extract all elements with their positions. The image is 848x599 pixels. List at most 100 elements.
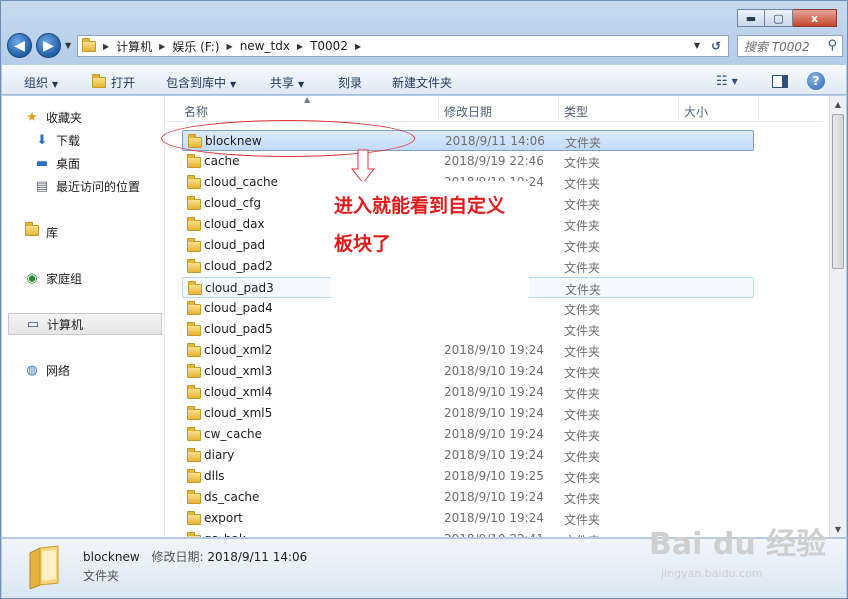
scroll-up-icon[interactable]: ▲: [830, 96, 846, 112]
folder-icon: [187, 406, 201, 420]
sidebar-item-network[interactable]: ◍ 网络: [8, 359, 162, 381]
file-date: 2018/9/10 19:24: [444, 364, 544, 378]
file-row-dlls[interactable]: dlls 2018/9/10 19:25 文件夹: [182, 466, 754, 487]
file-name: dlls: [204, 469, 225, 483]
chevron-down-icon: ▼: [230, 80, 237, 89]
file-type: 文件夹: [564, 261, 601, 275]
file-date: 2018/9/10 19:24: [444, 385, 544, 399]
column-divider[interactable]: [758, 98, 759, 120]
breadcrumb-new-tdx[interactable]: new_tdx: [240, 39, 290, 53]
scroll-down-icon[interactable]: ▼: [830, 521, 846, 537]
file-row-ds-cache[interactable]: ds_cache 2018/9/10 19:24 文件夹: [182, 487, 754, 508]
folder-icon: [187, 343, 201, 357]
homegroup-icon: ◉: [26, 270, 38, 286]
sidebar-item-libraries[interactable]: 库: [8, 221, 162, 243]
view-options-button[interactable]: ☷ ▼: [716, 71, 738, 91]
column-divider[interactable]: [438, 98, 439, 120]
search-input[interactable]: 搜索 T0002 ⚲: [737, 35, 843, 57]
breadcrumb-computer[interactable]: 计算机: [116, 38, 152, 55]
file-row-cloud-xml5[interactable]: cloud_xml5 2018/9/10 19:24 文件夹: [182, 403, 754, 424]
folder-icon: [187, 385, 201, 399]
sidebar-item-label: 下载: [56, 133, 81, 148]
chevron-right-icon[interactable]: ▶: [103, 42, 109, 51]
file-type: 文件夹: [564, 387, 601, 401]
sidebar-item-homegroup[interactable]: ◉ 家庭组: [8, 267, 162, 289]
annotation-highlight-ellipse: [161, 120, 415, 157]
command-bar: 组织 ▼ 打开 包含到库中 ▼ 共享 ▼ 刻录 新建文件夹 ☷ ▼ ?: [2, 65, 846, 95]
address-history-dropdown-icon[interactable]: ▼: [694, 41, 700, 50]
sidebar-item-label: 家庭组: [46, 271, 83, 286]
breadcrumb-t0002[interactable]: T0002: [310, 39, 348, 53]
folder-icon: [187, 469, 201, 483]
folder-icon: [82, 37, 96, 52]
column-header-type[interactable]: 类型: [564, 103, 588, 120]
file-type: 文件夹: [564, 429, 601, 443]
sidebar-item-downloads[interactable]: ⬇ 下载: [8, 129, 162, 151]
sidebar-item-desktop[interactable]: ▬ 桌面: [8, 152, 162, 174]
file-type: 文件夹: [564, 513, 601, 527]
chevron-right-icon[interactable]: ▶: [355, 42, 361, 51]
column-header-size[interactable]: 大小: [684, 103, 708, 120]
folder-icon: [188, 281, 202, 295]
annotation-text-line1: 进入就能看到自定义: [334, 195, 506, 217]
file-name: cloud_pad3: [205, 281, 274, 295]
file-row-diary[interactable]: diary 2018/9/10 19:24 文件夹: [182, 445, 754, 466]
sidebar-item-recent-places[interactable]: ▤ 最近访问的位置: [8, 175, 162, 197]
file-date: 2018/9/11 14:06: [445, 134, 545, 148]
column-divider[interactable]: [558, 98, 559, 120]
minimize-button[interactable]: ▬: [737, 9, 765, 27]
file-row-cloud-xml3[interactable]: cloud_xml3 2018/9/10 19:24 文件夹: [182, 361, 754, 382]
folder-icon: [187, 427, 201, 441]
sidebar-item-computer[interactable]: ▭ 计算机: [8, 313, 162, 335]
folder-icon: [187, 448, 201, 462]
chevron-right-icon[interactable]: ▶: [159, 42, 165, 51]
close-button[interactable]: x: [793, 9, 837, 27]
sidebar-item-label: 计算机: [47, 317, 84, 332]
search-icon[interactable]: ⚲: [827, 38, 837, 53]
scrollbar-thumb[interactable]: [832, 114, 844, 269]
new-folder-button[interactable]: 新建文件夹: [392, 74, 452, 91]
chevron-right-icon[interactable]: ▶: [227, 42, 233, 51]
maximize-button[interactable]: ▢: [765, 9, 793, 27]
breadcrumb-drive[interactable]: 娱乐 (F:): [172, 38, 219, 55]
refresh-icon[interactable]: ↺: [706, 37, 726, 55]
open-button[interactable]: 打开: [92, 74, 135, 91]
file-row-cloud-xml2[interactable]: cloud_xml2 2018/9/10 19:24 文件夹: [182, 340, 754, 361]
chevron-down-icon: ▼: [298, 80, 305, 89]
column-header-date[interactable]: 修改日期: [444, 103, 492, 120]
file-row-cw-cache[interactable]: cw_cache 2018/9/10 19:24 文件夹: [182, 424, 754, 445]
back-button[interactable]: ◀: [7, 33, 32, 58]
file-type: 文件夹: [564, 198, 601, 212]
forward-button[interactable]: ▶: [36, 33, 61, 58]
include-in-library-button[interactable]: 包含到库中 ▼: [166, 74, 236, 91]
file-date: 2018/9/10 19:24: [444, 490, 544, 504]
file-name: cloud_xml3: [204, 364, 273, 378]
organize-button[interactable]: 组织 ▼: [24, 74, 58, 91]
chevron-right-icon[interactable]: ▶: [297, 42, 303, 51]
file-name: cw_cache: [204, 427, 262, 441]
help-button[interactable]: ?: [807, 71, 825, 91]
column-header-name[interactable]: 名称: [184, 103, 208, 120]
folder-icon: [187, 511, 201, 525]
vertical-scrollbar[interactable]: ▲ ▼: [829, 96, 846, 537]
annotation-down-arrow-icon: [350, 149, 376, 184]
chevron-down-icon: ▼: [731, 76, 738, 86]
folder-icon: [187, 301, 201, 315]
preview-pane-button[interactable]: [772, 71, 788, 91]
sidebar-item-favorites[interactable]: ★ 收藏夹: [8, 106, 162, 128]
address-bar[interactable]: ▶ 计算机 ▶ 娱乐 (F:) ▶ new_tdx ▶ T0002 ▶ ▼ ↺: [77, 35, 729, 57]
file-name: cloud_pad2: [204, 259, 273, 273]
recent-pages-dropdown-icon[interactable]: ▼: [65, 41, 71, 50]
share-label: 共享: [270, 76, 295, 90]
share-button[interactable]: 共享 ▼: [270, 74, 304, 91]
burn-button[interactable]: 刻录: [338, 74, 362, 91]
sidebar-item-label: 桌面: [56, 156, 81, 171]
file-type: 文件夹: [564, 408, 601, 422]
file-name: export: [204, 511, 243, 525]
file-row-cloud-xml4[interactable]: cloud_xml4 2018/9/10 19:24 文件夹: [182, 382, 754, 403]
column-divider[interactable]: [678, 98, 679, 120]
explorer-window: ▬ ▢ x ◀ ▶ ▼ ▶ 计算机 ▶ 娱乐 (F:) ▶ new_tdx ▶ …: [0, 0, 848, 599]
sidebar-item-label: 收藏夹: [46, 110, 83, 125]
file-date: 2018/9/10 19:25: [444, 469, 544, 483]
folder-icon: [187, 532, 201, 537]
